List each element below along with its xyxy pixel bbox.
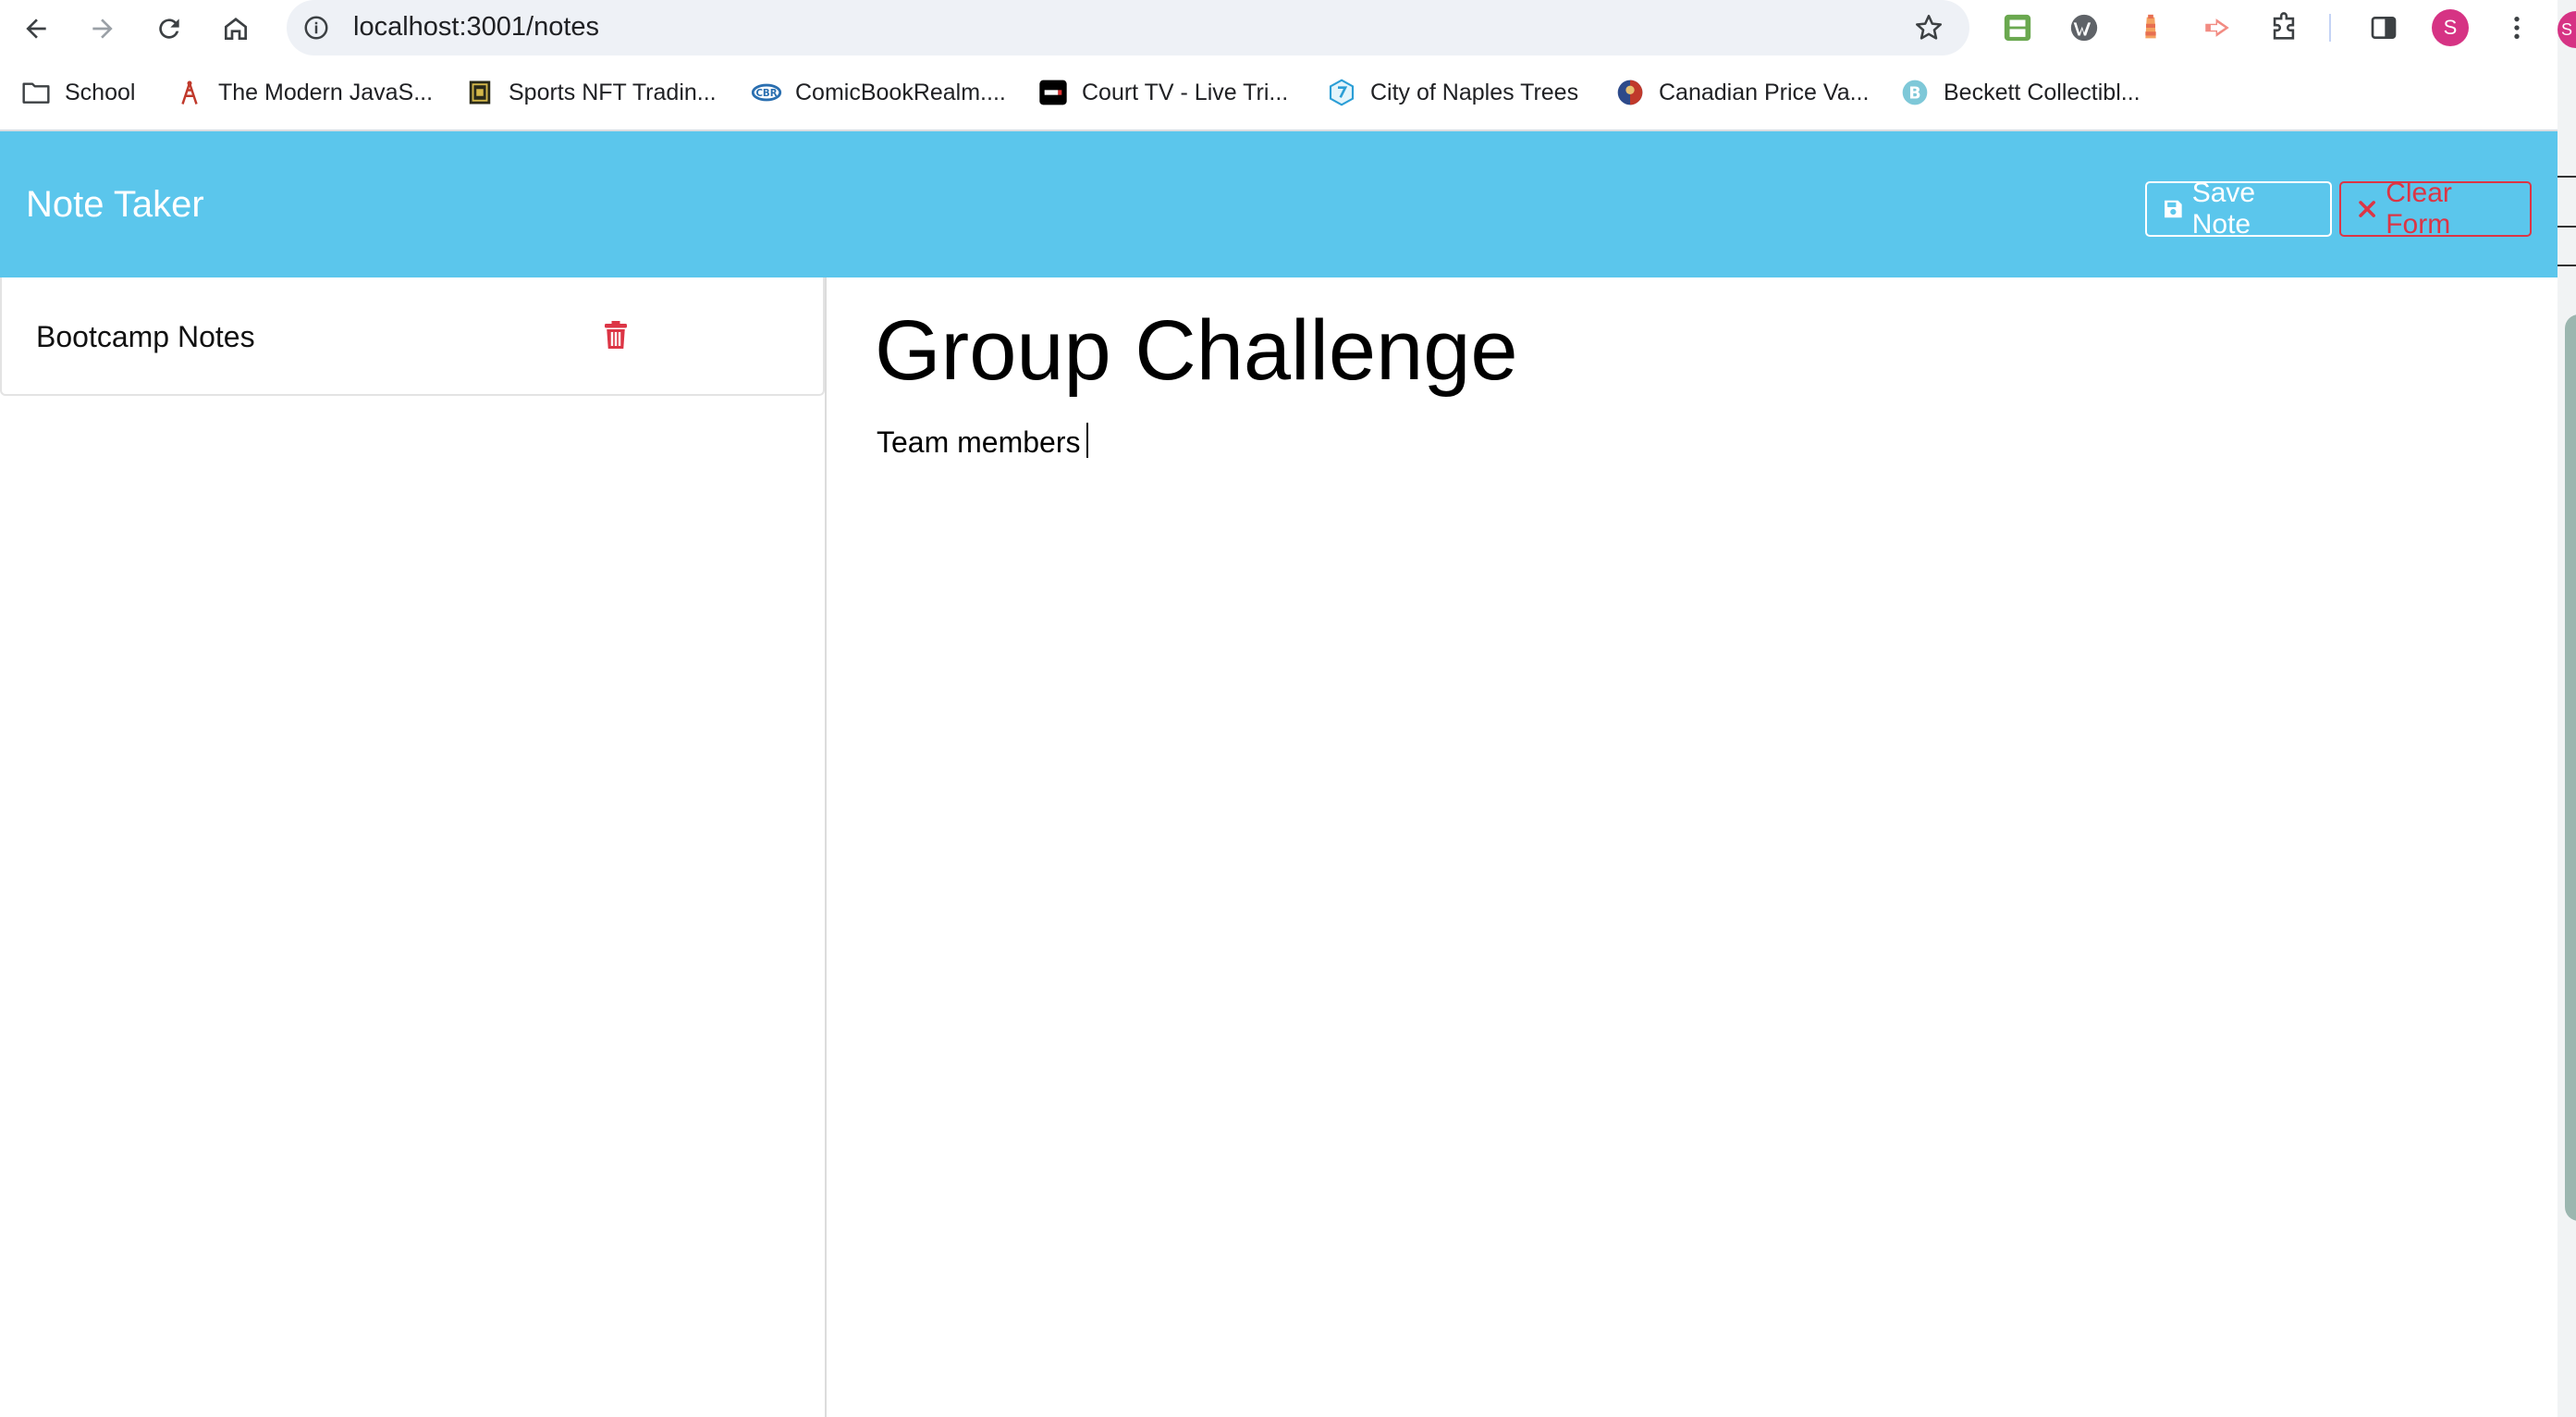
note-title-input[interactable]: Group Challenge — [875, 300, 1518, 401]
edge-scroll-shape — [2565, 314, 2576, 1221]
adjacent-window-edge: S — [2558, 0, 2576, 1417]
nft-card-icon — [464, 77, 496, 108]
folder-icon — [20, 77, 52, 108]
bookmark-court-tv[interactable]: Court TV - Live Tri... — [1037, 74, 1288, 111]
info-icon[interactable] — [300, 11, 333, 44]
edge-divider — [2558, 265, 2576, 266]
address-bar[interactable]: localhost:3001/notes — [287, 0, 1969, 55]
lighthouse-extension-icon[interactable] — [2132, 9, 2169, 46]
notes-sidebar: Bootcamp Notes — [0, 277, 827, 1417]
list-item[interactable]: Bootcamp Notes — [0, 277, 825, 396]
edge-divider — [2558, 176, 2576, 178]
bookmark-label: Beckett Collectibl... — [1944, 79, 2141, 105]
save-note-button[interactable]: Save Note — [2145, 178, 2332, 240]
side-panel-icon[interactable] — [2365, 9, 2402, 46]
arrow-left-icon — [26, 18, 46, 39]
note-list-title[interactable]: Bootcamp Notes — [36, 277, 255, 396]
profile-avatar[interactable]: S — [2432, 9, 2469, 46]
bookmark-school[interactable]: School — [20, 74, 135, 111]
kebab-menu-icon[interactable] — [2498, 9, 2535, 46]
url-text[interactable]: localhost:3001/notes — [353, 0, 599, 54]
app-navbar: Note Taker Save Note Clear Form — [0, 131, 2558, 277]
bookmark-comicbookrealm[interactable]: CBR ComicBookRealm.... — [751, 74, 1006, 111]
clear-form-label: Clear Form — [2386, 178, 2452, 240]
bookmark-sports-nft[interactable]: Sports NFT Tradin... — [464, 74, 717, 111]
bookmark-label: Court TV - Live Tri... — [1082, 79, 1289, 105]
bookmark-naples-trees[interactable]: City of Naples Trees — [1326, 74, 1578, 111]
w-extension-icon[interactable] — [2066, 9, 2103, 46]
arrow-right-icon — [92, 18, 113, 39]
back-button[interactable] — [15, 7, 57, 50]
bookmark-label: The Modern JavaS... — [218, 79, 434, 105]
beckett-logo-icon: B — [1899, 77, 1931, 108]
home-icon — [225, 18, 247, 40]
puzzle-icon[interactable] — [2265, 9, 2302, 46]
trash-icon[interactable] — [595, 314, 636, 355]
edge-divider — [2558, 226, 2576, 228]
bookmarks-bar: School The Modern JavaS... Sports NFT Tr… — [0, 57, 2576, 131]
svg-text:B: B — [1908, 85, 1920, 104]
globe-logo-icon — [1614, 77, 1646, 108]
save-note-label: Save Note — [2191, 178, 2256, 240]
tree-plotter-icon — [1326, 77, 1357, 108]
star-icon[interactable] — [1910, 9, 1947, 46]
court-tv-logo-icon — [1037, 77, 1069, 108]
bookmark-label: City of Naples Trees — [1370, 79, 1579, 105]
close-icon — [2359, 201, 2375, 217]
bookmark-beckett[interactable]: B Beckett Collectibl... — [1899, 74, 2141, 111]
bookmark-canadian-price[interactable]: Canadian Price Va... — [1614, 74, 1869, 111]
app-brand[interactable]: Note Taker — [26, 131, 204, 277]
bookmark-label: ComicBookRealm.... — [795, 79, 1006, 105]
note-text: Team members — [877, 425, 1081, 459]
reload-button[interactable] — [148, 7, 190, 50]
home-button[interactable] — [215, 7, 257, 50]
arrow-extension-icon[interactable] — [2199, 9, 2236, 46]
printer-extension-icon[interactable] — [1999, 9, 2036, 46]
clear-form-button[interactable]: Clear Form — [2339, 178, 2532, 240]
svg-text:CBR: CBR — [755, 89, 777, 99]
bookmark-label: School — [65, 79, 136, 105]
floppy-disk-icon — [2165, 200, 2182, 218]
toolbar-divider — [2328, 9, 2332, 46]
forward-button[interactable] — [81, 7, 124, 50]
bookmark-label: Canadian Price Va... — [1659, 79, 1870, 105]
bookmark-modern-javascript[interactable]: The Modern JavaS... — [174, 74, 433, 111]
adjacent-profile-tab[interactable]: S — [2558, 11, 2576, 48]
browser-toolbar: localhost:3001/notes S — [0, 0, 2576, 57]
radio-tower-icon — [174, 77, 205, 108]
bookmark-label: Sports NFT Tradin... — [509, 79, 717, 105]
text-cursor — [1086, 423, 1088, 458]
reload-icon — [159, 18, 179, 39]
note-editor: Group Challenge Team members — [827, 277, 2558, 1417]
note-text-area[interactable]: Team members — [877, 422, 1088, 462]
cbr-logo-icon: CBR — [751, 77, 782, 108]
